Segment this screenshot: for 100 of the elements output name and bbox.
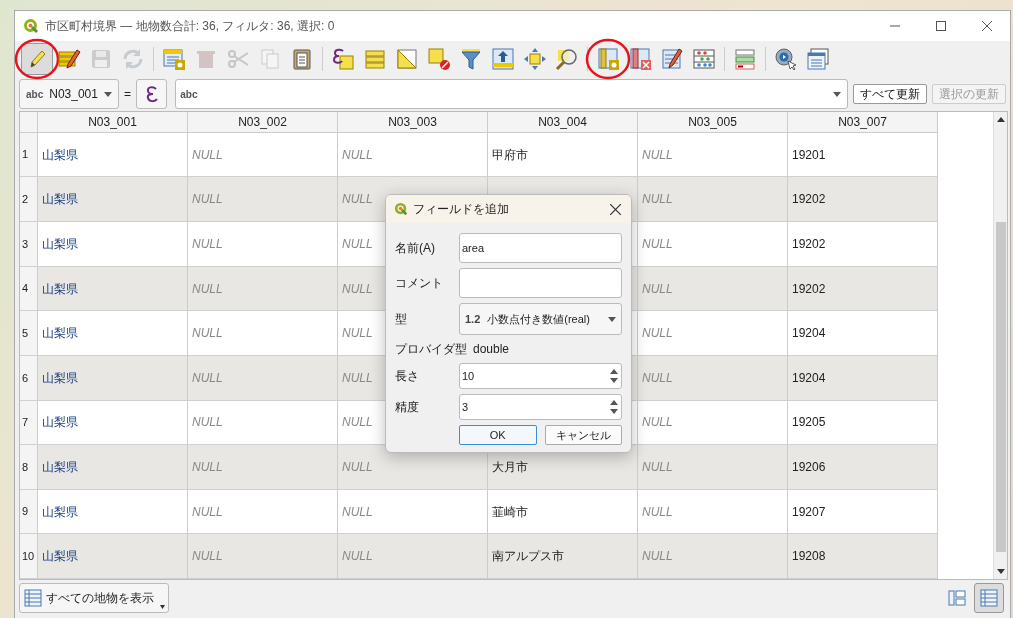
- null-cell: NULL: [338, 132, 488, 177]
- form-view-icon: [948, 589, 966, 607]
- type-combo[interactable]: 1.2 小数点付き数値(real): [459, 303, 622, 335]
- close-icon: [609, 203, 621, 215]
- null-cell: NULL: [188, 177, 338, 222]
- dialog-button[interactable]: OK: [459, 425, 537, 445]
- spin-box[interactable]: 10: [459, 363, 622, 389]
- table-cell: 南アルプス市: [488, 534, 638, 579]
- app-logo-icon: [394, 202, 408, 216]
- row-number[interactable]: 6: [20, 355, 38, 400]
- epsilon-square-icon: [331, 47, 355, 71]
- highlight-circle: [584, 37, 632, 81]
- field-combo[interactable]: abc N03_001: [19, 79, 119, 109]
- app-logo-icon: [23, 18, 39, 34]
- table-cell: 19207: [788, 489, 938, 534]
- four-arrows-icon: [523, 47, 547, 71]
- scissors-icon: [226, 47, 250, 71]
- null-cell: NULL: [188, 445, 338, 489]
- row-number[interactable]: 3: [20, 222, 38, 266]
- text-field[interactable]: area: [459, 233, 622, 263]
- table-cell: 19201: [788, 132, 938, 177]
- table-cell: 山梨県: [38, 222, 188, 266]
- null-cell: NULL: [338, 489, 488, 534]
- row-number[interactable]: 8: [20, 445, 38, 489]
- field-label: 精度: [395, 399, 420, 416]
- table-pencil-icon: [57, 47, 81, 71]
- null-cell: NULL: [638, 489, 788, 534]
- copy-icon: [258, 47, 282, 71]
- close-icon: [982, 21, 992, 31]
- column-header[interactable]: N03_001: [38, 112, 188, 132]
- row-number[interactable]: 2: [20, 177, 38, 222]
- dropdown-arrow-icon: [608, 316, 616, 322]
- row-number[interactable]: 9: [20, 489, 38, 534]
- table-cell: 19205: [788, 400, 938, 445]
- column-header[interactable]: N03_002: [188, 112, 338, 132]
- row-number[interactable]: 10: [20, 534, 38, 579]
- null-cell: NULL: [188, 534, 338, 579]
- highlight-circle: [13, 37, 61, 81]
- square-cancel-icon: [427, 47, 451, 71]
- null-cell: NULL: [638, 400, 788, 445]
- column-header[interactable]: N03_004: [488, 112, 638, 132]
- expression-button[interactable]: [135, 79, 168, 109]
- column-header[interactable]: N03_003: [338, 112, 488, 132]
- caret-icon: [160, 605, 165, 609]
- column-header[interactable]: N03_007: [788, 112, 938, 132]
- maximize-icon: [936, 21, 946, 31]
- table-cell: 19206: [788, 445, 938, 489]
- row-number[interactable]: 1: [20, 132, 38, 177]
- show-features-button[interactable]: すべての地物を表示: [19, 583, 169, 613]
- table-cell: 山梨県: [38, 177, 188, 222]
- magnifier-icon: [555, 47, 579, 71]
- operator-label: =: [122, 86, 132, 103]
- toolbar-button[interactable]: [21, 43, 53, 75]
- table-cell: 19204: [788, 355, 938, 400]
- stacked-bars-icon: [363, 47, 387, 71]
- column-gear-icon: [596, 47, 620, 71]
- field-label: コメント: [395, 275, 444, 292]
- table-cell: 韮崎市: [488, 489, 638, 534]
- abacus-icon: [692, 47, 716, 71]
- null-cell: NULL: [638, 355, 788, 400]
- null-cell: NULL: [338, 534, 488, 579]
- filter-expression-field[interactable]: abc: [175, 79, 848, 109]
- null-cell: NULL: [188, 266, 338, 311]
- table-cell: 山梨県: [38, 266, 188, 311]
- table-icon: [980, 589, 998, 607]
- null-cell: NULL: [638, 311, 788, 355]
- column-delete-icon: [628, 47, 652, 71]
- table-cell: 19204: [788, 311, 938, 355]
- table-cell: 山梨県: [38, 534, 188, 579]
- column-header[interactable]: N03_005: [638, 112, 788, 132]
- table-cell: 山梨県: [38, 132, 188, 177]
- spin-box[interactable]: 3: [459, 394, 622, 420]
- table-cell: 甲府市: [488, 132, 638, 177]
- null-cell: NULL: [188, 355, 338, 400]
- null-cell: NULL: [638, 177, 788, 222]
- field-label: 型: [395, 311, 408, 328]
- table-cell: 山梨県: [38, 400, 188, 445]
- null-cell: NULL: [188, 489, 338, 534]
- table-cell: 山梨県: [38, 489, 188, 534]
- row-number[interactable]: 4: [20, 266, 38, 311]
- vertical-scrollbar[interactable]: [993, 112, 1007, 579]
- clipboard-icon: [290, 47, 314, 71]
- field-label: 長さ: [395, 368, 420, 385]
- table-cell: 山梨県: [38, 445, 188, 489]
- text-field[interactable]: [459, 268, 622, 298]
- scroll-down-icon: [996, 569, 1005, 574]
- row-number[interactable]: 7: [20, 400, 38, 445]
- null-cell: NULL: [638, 445, 788, 489]
- dialog-button[interactable]: キャンセル: [544, 425, 622, 445]
- null-cell: NULL: [638, 132, 788, 177]
- window-icon: [806, 47, 830, 71]
- table-cell: 19202: [788, 222, 938, 266]
- split-square-icon: [395, 47, 419, 71]
- dropdown-arrow-icon: [103, 91, 112, 97]
- dropdown-arrow-icon: [833, 91, 841, 97]
- update-button[interactable]: すべて更新: [853, 84, 927, 104]
- row-number[interactable]: 5: [20, 311, 38, 355]
- null-cell: NULL: [638, 534, 788, 579]
- table-view-button[interactable]: [974, 583, 1004, 613]
- null-cell: NULL: [188, 311, 338, 355]
